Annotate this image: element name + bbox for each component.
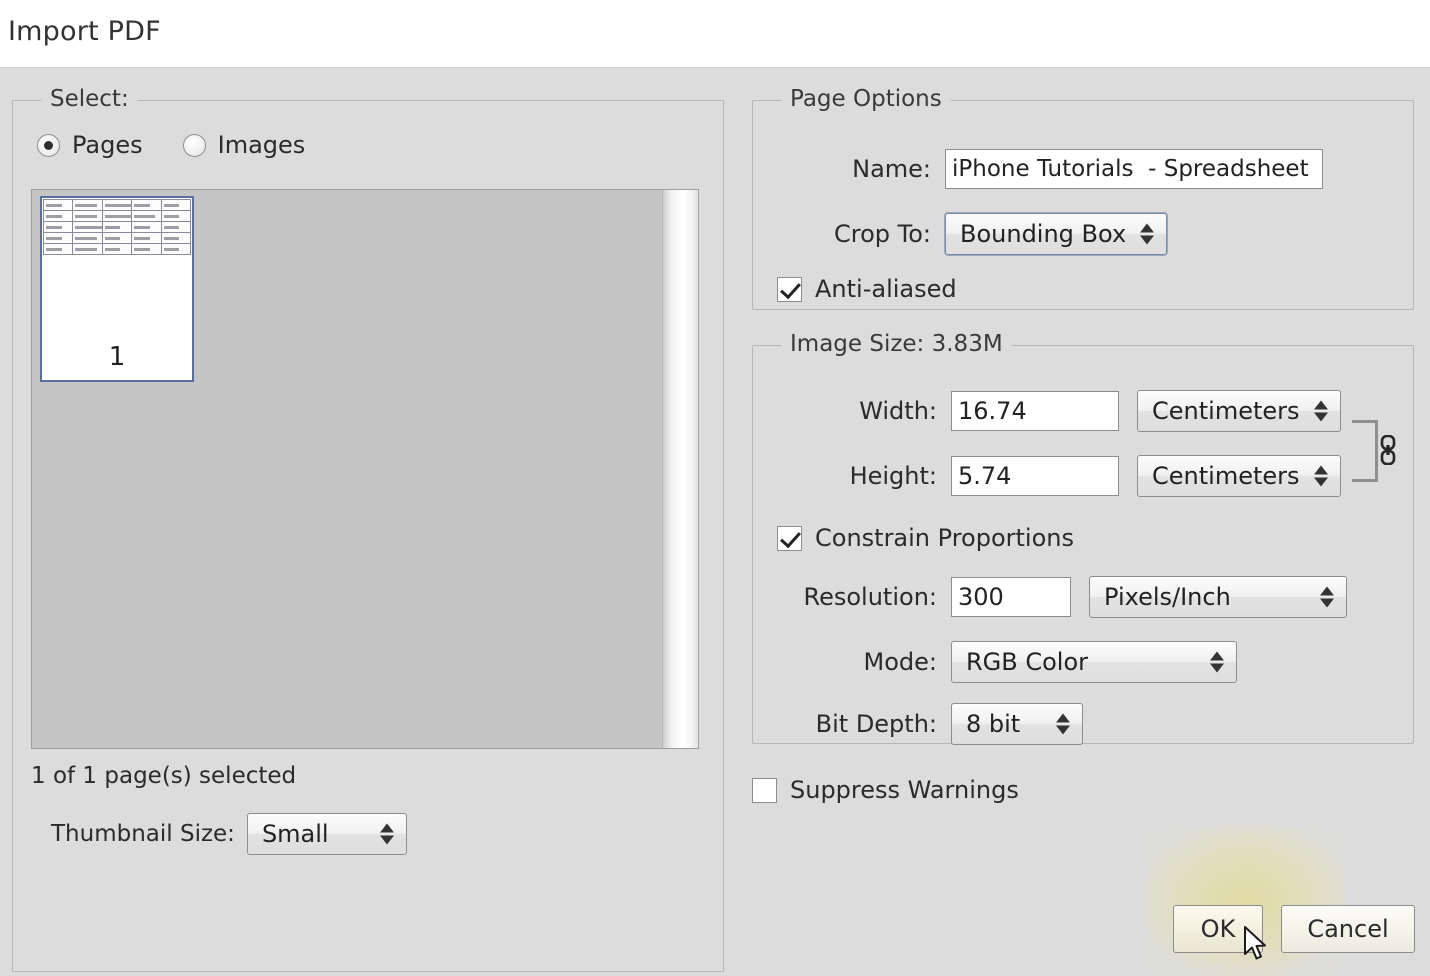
height-unit-dropdown[interactable]: Centimeters [1137, 455, 1341, 497]
width-unit-dropdown[interactable]: Centimeters [1137, 390, 1341, 432]
mode-label: Mode: [863, 648, 937, 676]
dialog-titlebar: Import PDF [0, 0, 1430, 68]
constrain-bracket [1352, 420, 1378, 482]
width-input[interactable] [951, 391, 1119, 431]
height-label: Height: [849, 462, 937, 490]
thumbnail-size-dropdown[interactable]: Small [246, 813, 407, 855]
page-thumbnail-list[interactable]: 1 [31, 189, 699, 749]
resolution-input[interactable] [951, 577, 1071, 617]
thumbnail-spreadsheet-preview [42, 199, 192, 255]
chevron-updown-icon [1314, 465, 1328, 487]
suppress-warnings-checkbox[interactable] [752, 777, 777, 803]
width-unit-value: Centimeters [1152, 397, 1300, 425]
constrain-proportions-row[interactable]: Constrain Proportions [777, 524, 1074, 552]
name-input[interactable] [945, 149, 1323, 189]
chevron-updown-icon [1320, 586, 1334, 608]
select-group-title: Select: [41, 86, 138, 112]
mode-value: RGB Color [966, 648, 1089, 676]
bit-depth-value: 8 bit [966, 710, 1021, 738]
resolution-unit-value: Pixels/Inch [1104, 583, 1231, 611]
thumbnail-list-scrollbar[interactable] [662, 190, 698, 748]
chevron-updown-icon [1140, 223, 1154, 245]
ok-button-label: OK [1200, 915, 1236, 943]
height-row: Height: Centimeters [829, 455, 1341, 497]
mode-dropdown[interactable]: RGB Color [951, 641, 1237, 683]
mode-row: Mode: RGB Color [861, 641, 1237, 683]
anti-aliased-checkbox-row[interactable]: Anti-aliased [777, 275, 957, 303]
resolution-label: Resolution: [803, 583, 938, 611]
radio-images-label: Images [217, 131, 306, 159]
chain-link-icon [1380, 435, 1396, 465]
page-thumbnail-preview [42, 199, 192, 255]
page-title: Import PDF [8, 16, 161, 47]
chevron-updown-icon [379, 823, 394, 845]
anti-aliased-label: Anti-aliased [815, 275, 957, 303]
crop-to-row: Crop To: Bounding Box [811, 213, 1167, 255]
height-input[interactable] [951, 456, 1119, 496]
suppress-warnings-row[interactable]: Suppress Warnings [752, 776, 1019, 804]
pages-selected-status: 1 of 1 page(s) selected [31, 763, 297, 789]
page-thumbnail-number: 1 [108, 342, 126, 372]
name-row: Name: [831, 149, 1323, 189]
thumbnail-size-row: Thumbnail Size: Small [51, 813, 407, 855]
bit-depth-label: Bit Depth: [815, 710, 937, 738]
image-size-groupbox: Image Size: 3.83M Width: Centimeters Hei… [752, 331, 1414, 745]
suppress-warnings-label: Suppress Warnings [790, 776, 1019, 804]
page-thumbnail-item[interactable]: 1 [40, 196, 194, 382]
constrain-proportions-checkbox[interactable] [777, 525, 802, 551]
cancel-button-label: Cancel [1307, 915, 1389, 943]
cancel-button[interactable]: Cancel [1281, 905, 1415, 953]
bit-depth-dropdown[interactable]: 8 bit [951, 703, 1083, 745]
radio-images-icon [182, 133, 206, 157]
select-radio-group: Pages Images [37, 131, 345, 159]
crop-to-dropdown[interactable]: Bounding Box [945, 213, 1167, 255]
crop-to-label: Crop To: [834, 220, 931, 248]
chevron-updown-icon [1210, 651, 1224, 673]
ok-button[interactable]: OK [1173, 905, 1263, 953]
anti-aliased-checkbox[interactable] [777, 276, 802, 302]
thumbnail-size-value: Small [261, 820, 329, 848]
resolution-row: Resolution: Pixels/Inch [777, 576, 1347, 618]
dialog-body: Select: Pages Images 1 1 of 1 page(s) se… [0, 68, 1430, 972]
thumbnail-size-label: Thumbnail Size: [51, 821, 235, 847]
width-row: Width: Centimeters [829, 390, 1341, 432]
page-options-group-title: Page Options [781, 86, 951, 112]
chevron-updown-icon [1056, 713, 1070, 735]
radio-pages-icon [37, 133, 60, 157]
select-groupbox: Select: Pages Images 1 1 of 1 page(s) se… [12, 86, 724, 972]
image-size-group-title: Image Size: 3.83M [781, 331, 1012, 357]
constrain-proportions-label: Constrain Proportions [815, 524, 1074, 552]
radio-images[interactable]: Images [182, 131, 306, 159]
resolution-unit-dropdown[interactable]: Pixels/Inch [1089, 576, 1347, 618]
bit-depth-row: Bit Depth: 8 bit [811, 703, 1083, 745]
radio-pages[interactable]: Pages [37, 131, 143, 159]
name-label: Name: [852, 155, 931, 183]
radio-pages-label: Pages [72, 131, 143, 159]
width-label: Width: [859, 397, 937, 425]
height-unit-value: Centimeters [1152, 462, 1300, 490]
page-options-groupbox: Page Options Name: Crop To: Bounding Box… [752, 86, 1414, 310]
chevron-updown-icon [1314, 400, 1328, 422]
crop-to-value: Bounding Box [960, 220, 1127, 248]
